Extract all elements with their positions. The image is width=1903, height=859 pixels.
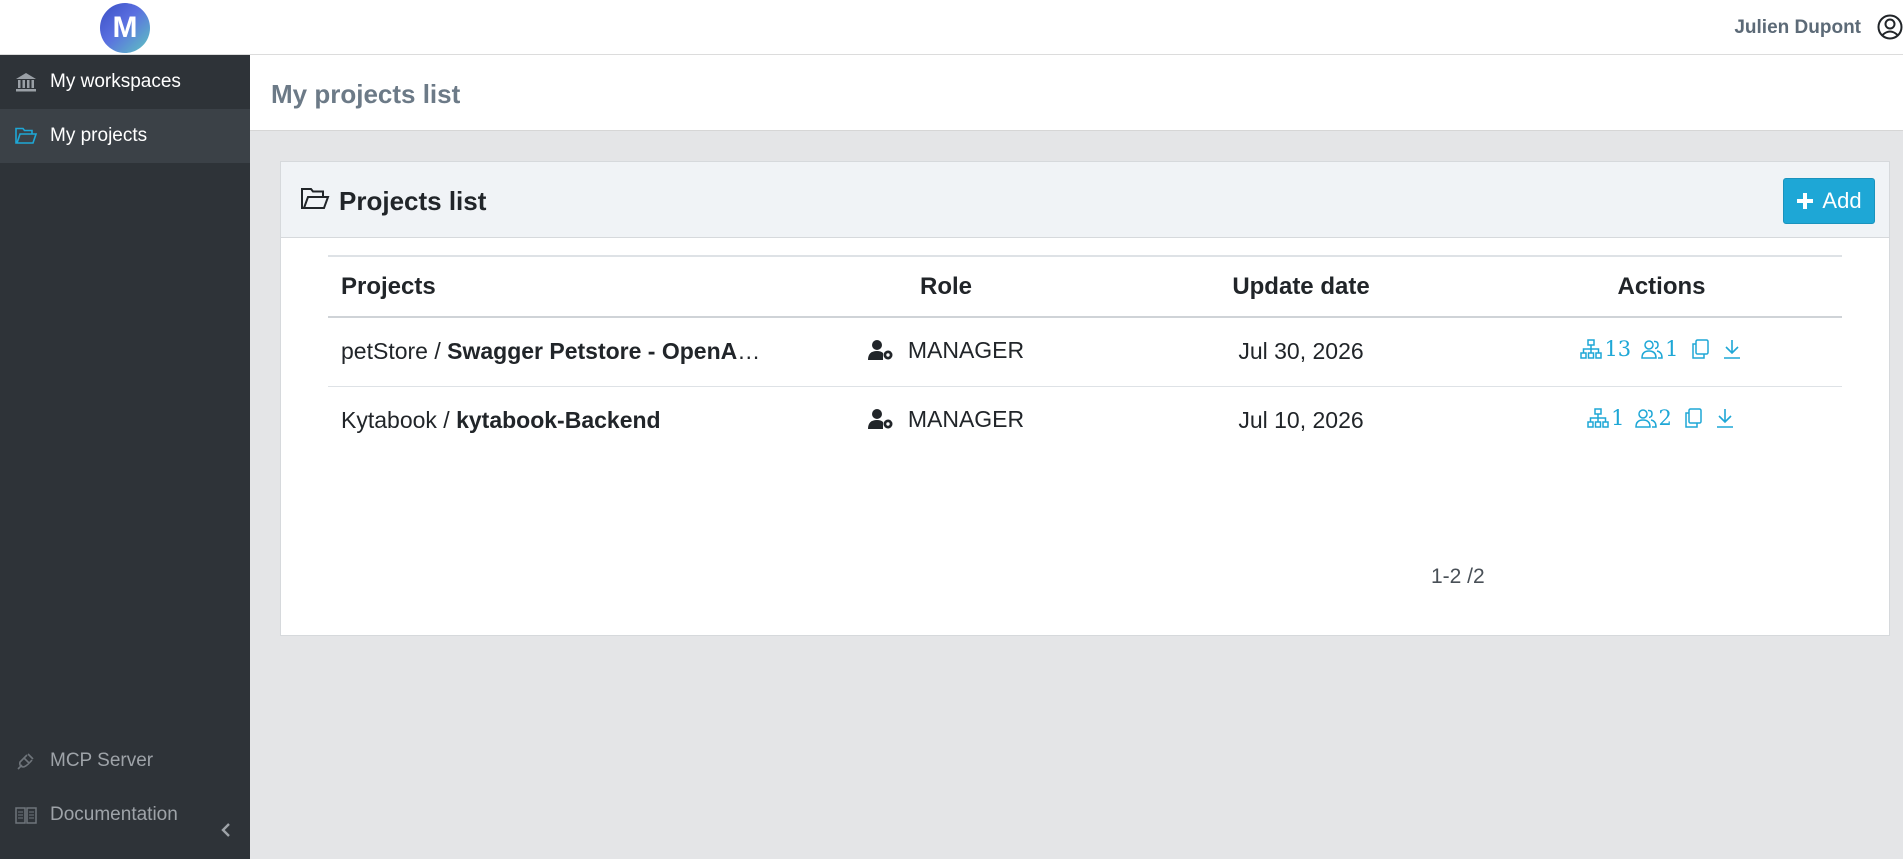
structures-count: 13 (1604, 337, 1632, 362)
users-icon (1641, 340, 1663, 359)
project-title: kytabook-Backend (456, 407, 661, 434)
sidebar-item-mcp-server[interactable]: MCP Server (0, 734, 250, 788)
plus-icon (1797, 193, 1814, 209)
download-icon (1716, 409, 1733, 429)
copy-icon (1685, 408, 1702, 428)
user-cog-icon (867, 409, 893, 429)
user-cog-icon (867, 340, 893, 360)
add-button-label: Add (1822, 188, 1862, 213)
workspace-name: petStore / (341, 338, 448, 365)
chevron-left-icon[interactable] (216, 820, 236, 840)
structures-action[interactable]: 1 (1587, 406, 1625, 431)
user-name[interactable]: Julien Dupont (1734, 17, 1861, 39)
role-label: MANAGER (907, 405, 1025, 432)
plug-icon (17, 753, 34, 770)
copy-icon (1691, 339, 1709, 359)
pagination-info: 1-2 /2 (1431, 565, 1485, 588)
sidebar-item-projects[interactable]: My projects (0, 109, 250, 163)
project-cell[interactable]: Kytabook / kytabook-Backend (328, 386, 771, 455)
book-icon (15, 807, 37, 824)
page-title: My projects list (271, 79, 461, 109)
sidebar: My workspaces My projects MCP Server Doc… (0, 55, 250, 859)
actions-cell: 13 1 (1481, 317, 1842, 387)
column-header-update-date[interactable]: Update date (1121, 255, 1481, 318)
workspace-name: Kytabook / (341, 407, 457, 434)
column-header-actions: Actions (1481, 255, 1842, 318)
project-cell[interactable]: petStore / Swagger Petstore - OpenAPI 3.… (328, 317, 771, 387)
sitemap-icon (1587, 408, 1609, 428)
role-cell: MANAGER (771, 386, 1121, 455)
update-date: Jul 30, 2026 (1121, 317, 1481, 387)
card-title: Projects list (339, 186, 487, 216)
top-bar: M Julien Dupont (0, 0, 1903, 55)
download-action[interactable] (1721, 338, 1743, 360)
project-name[interactable]: Kytabook / kytabook-Backend (341, 407, 771, 434)
project-name[interactable]: petStore / Swagger Petstore - OpenAPI 3.… (341, 338, 771, 365)
table-row[interactable]: Kytabook / kytabook-Backend MANAGER Jul … (328, 386, 1842, 455)
sitemap-icon (1580, 339, 1603, 359)
add-project-button[interactable]: Add (1783, 178, 1875, 224)
column-header-projects[interactable]: Projects (328, 255, 771, 318)
sidebar-item-label: Documentation (50, 804, 178, 825)
user-circle-icon[interactable] (1877, 14, 1903, 40)
actions-cell: 1 2 (1481, 386, 1842, 455)
download-icon (1723, 340, 1740, 360)
bank-icon (16, 73, 36, 92)
download-action[interactable] (1714, 407, 1736, 429)
column-header-role[interactable]: Role (771, 255, 1121, 318)
folder-open-icon (15, 127, 38, 144)
update-date: Jul 10, 2026 (1238, 407, 1364, 434)
sidebar-item-workspaces[interactable]: My workspaces (0, 55, 250, 109)
app-logo[interactable]: M (100, 3, 150, 53)
members-action[interactable]: 1 (1641, 337, 1679, 362)
users-icon (1634, 409, 1657, 428)
sidebar-item-label: My workspaces (50, 71, 181, 92)
members-action[interactable]: 2 (1634, 406, 1672, 431)
card-header: Projects list Add (281, 162, 1889, 238)
structures-action[interactable]: 13 (1580, 337, 1631, 361)
role-cell: MANAGER (771, 317, 1121, 387)
projects-table: Projects Role Update date Actions petSto… (328, 255, 1842, 455)
project-title: Swagger Petstore - OpenAPI 3.0 (447, 338, 771, 365)
duplicate-action[interactable] (1682, 407, 1704, 429)
logo-letter: M (112, 11, 138, 44)
sidebar-item-label: MCP Server (50, 750, 154, 771)
role-label: MANAGER (907, 336, 1025, 363)
table-row[interactable]: petStore / Swagger Petstore - OpenAPI 3.… (328, 317, 1842, 387)
folder-open-icon (301, 188, 330, 209)
duplicate-action[interactable] (1689, 338, 1711, 360)
members-count: 1 (1665, 337, 1679, 362)
table-header-row: Projects Role Update date Actions (328, 255, 1842, 318)
page-header: My projects list (250, 55, 1903, 131)
members-count: 2 (1658, 406, 1672, 431)
projects-card: Projects list Add Projects Role Update d… (280, 161, 1890, 636)
sidebar-item-label: My projects (50, 125, 148, 146)
structures-count: 1 (1611, 406, 1625, 431)
sidebar-item-documentation[interactable]: Documentation (0, 788, 250, 842)
